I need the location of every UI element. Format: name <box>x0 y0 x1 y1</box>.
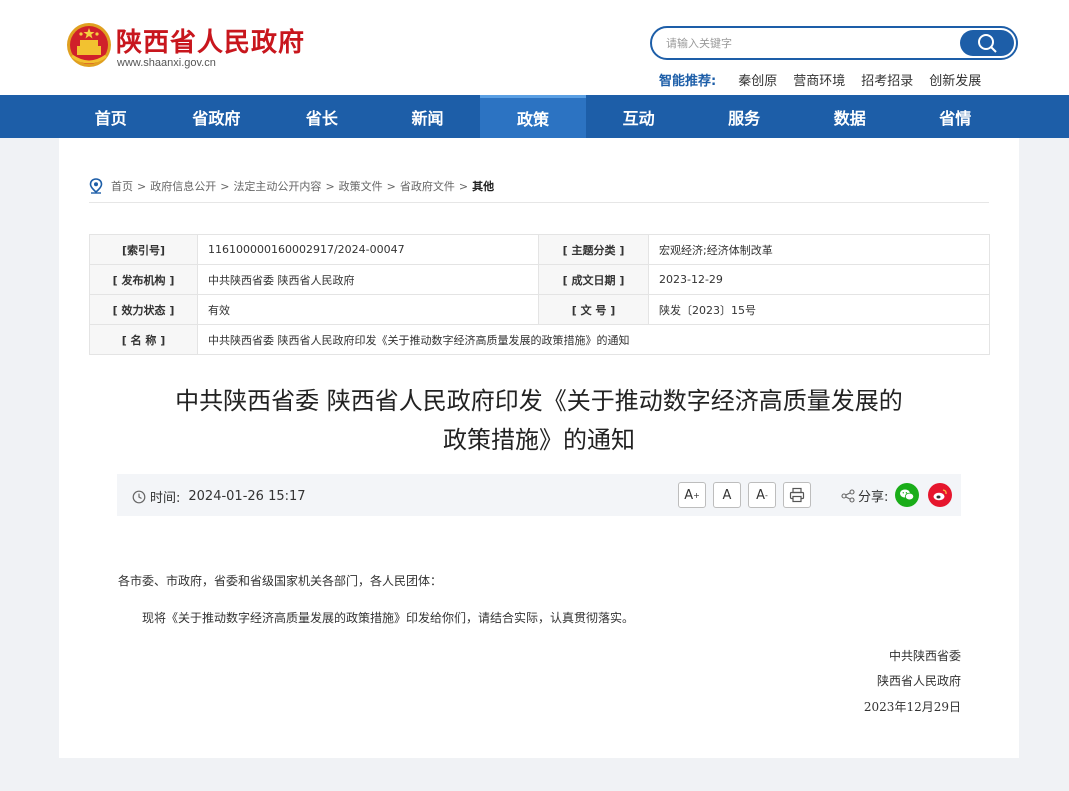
breadcrumb-item[interactable]: 政府信息公开 <box>150 178 216 194</box>
recommend-item[interactable]: 创新发展 <box>929 70 981 89</box>
meta-value: 有效 <box>197 294 539 325</box>
publish-time-label: 时间: <box>150 491 181 506</box>
breadcrumb-item[interactable]: 法定主动公开内容 <box>233 178 321 194</box>
share-weibo-button[interactable] <box>928 483 952 507</box>
nav-item-governor[interactable]: 省长 <box>269 95 375 138</box>
table-row: [ 效力状态 ] 有效 [ 文 号 ] 陕发〔2023〕15号 <box>89 294 990 325</box>
meta-label: [ 效力状态 ] <box>89 294 198 325</box>
share-area: 分享: <box>841 486 888 505</box>
letter-salutation: 各市委、市政府，省委和省级国家机关各部门，各人民团体： <box>118 574 443 588</box>
table-row: [索引号] 116100000160002917/2024-00047 [ 主题… <box>89 234 990 265</box>
letter-paragraph: 现将《关于推动数字经济高质量发展的政策措施》印发给你们，请结合实际，认真贯彻落实… <box>142 611 635 625</box>
national-emblem-logo[interactable] <box>64 20 114 70</box>
nav-item-data[interactable]: 数据 <box>797 95 903 138</box>
table-row: [ 名 称 ] 中共陕西省委 陕西省人民政府印发《关于推动数字经济高质量发展的政… <box>89 324 990 355</box>
breadcrumb-divider <box>89 202 989 203</box>
meta-label: [ 文 号 ] <box>538 294 649 325</box>
search-button[interactable] <box>960 30 1014 56</box>
nav-item-province-info[interactable]: 省情 <box>903 95 1009 138</box>
signature-org-government: 陕西省人民政府 <box>876 674 961 688</box>
recommend-item[interactable]: 秦创原 <box>738 70 777 89</box>
recommend-item[interactable]: 招考招录 <box>861 70 913 89</box>
meta-label: [索引号] <box>89 234 198 265</box>
font-size-increase-button[interactable]: A + <box>678 482 706 508</box>
breadcrumb-current: 其他 <box>472 180 495 193</box>
breadcrumb-separator: > <box>458 179 469 193</box>
recommend-bar: 智能推荐: 秦创原 营商环境 招考招录 创新发展 <box>659 70 997 89</box>
nav-item-government[interactable]: 省政府 <box>164 95 270 138</box>
location-pin-icon <box>89 178 103 194</box>
breadcrumb-item[interactable]: 省政府文件 <box>400 178 455 194</box>
meta-value: 中共陕西省委 陕西省人民政府印发《关于推动数字经济高质量发展的政策措施》的通知 <box>197 324 990 355</box>
breadcrumb-item[interactable]: 首页 <box>111 178 133 194</box>
meta-value: 2023-12-29 <box>648 264 990 295</box>
document-title: 中共陕西省委 陕西省人民政府印发《关于推动数字经济高质量发展的 政策措施》的通知 <box>89 382 989 460</box>
meta-label: [ 主题分类 ] <box>538 234 649 265</box>
publish-time-value: 2024-01-26 15:17 <box>188 489 306 504</box>
meta-label: [ 成文日期 ] <box>538 264 649 295</box>
breadcrumb-separator: > <box>386 179 396 193</box>
meta-label: [ 发布机构 ] <box>89 264 198 295</box>
recommend-item[interactable]: 营商环境 <box>793 70 845 89</box>
publish-time: 时间: 2024-01-26 15:17 <box>132 487 306 506</box>
clock-icon <box>132 490 146 503</box>
breadcrumb-separator: > <box>325 179 335 193</box>
document-meta-table: [索引号] 116100000160002917/2024-00047 [ 主题… <box>89 234 990 355</box>
meta-value: 陕发〔2023〕15号 <box>648 294 990 325</box>
font-reset-label: A <box>722 487 732 503</box>
share-label: 分享: <box>858 490 889 505</box>
nav-item-interaction[interactable]: 互动 <box>586 95 692 138</box>
site-title[interactable]: 陕西省人民政府 <box>116 22 305 59</box>
content-card: 首页 > 政府信息公开 > 法定主动公开内容 > 政策文件 > 省政府文件 > … <box>59 138 1019 758</box>
nav-item-service[interactable]: 服务 <box>691 95 797 138</box>
site-domain: www.shaanxi.gov.cn <box>117 57 216 69</box>
nav-item-policy[interactable]: 政策 <box>480 95 586 138</box>
nav-item-home[interactable]: 首页 <box>58 95 164 138</box>
nav-item-news[interactable]: 新闻 <box>375 95 481 138</box>
table-row: [ 发布机构 ] 中共陕西省委 陕西省人民政府 [ 成文日期 ] 2023-12… <box>89 264 990 295</box>
article-toolbar: 时间: 2024-01-26 15:17 A + A A- 分享: <box>117 474 961 516</box>
breadcrumb-separator: > <box>137 179 147 193</box>
meta-value: 116100000160002917/2024-00047 <box>197 234 539 265</box>
font-size-decrease-button[interactable]: A- <box>748 482 776 508</box>
signature-date: 2023年12月29日 <box>863 700 961 714</box>
printer-icon <box>789 487 805 503</box>
breadcrumb: 首页 > 政府信息公开 > 法定主动公开内容 > 政策文件 > 省政府文件 > … <box>89 178 494 194</box>
breadcrumb-item[interactable]: 政策文件 <box>339 178 383 194</box>
meta-value: 中共陕西省委 陕西省人民政府 <box>197 264 539 295</box>
signature-org-committee: 中共陕西省委 <box>888 649 961 663</box>
font-decrease-label: A <box>756 487 765 503</box>
meta-label: [ 名 称 ] <box>89 324 198 355</box>
share-icon <box>841 488 855 503</box>
meta-value: 宏观经济;经济体制改革 <box>648 234 990 265</box>
share-wechat-button[interactable] <box>895 483 919 507</box>
print-button[interactable] <box>783 482 811 508</box>
font-increase-label: A <box>684 487 694 503</box>
site-header: 陕西省人民政府 www.shaanxi.gov.cn 智能推荐: 秦创原 营商环… <box>0 0 1069 95</box>
plus-icon: + <box>693 490 700 500</box>
font-size-reset-button[interactable]: A <box>713 482 741 508</box>
recommend-label: 智能推荐: <box>659 74 717 89</box>
breadcrumb-separator: > <box>220 179 230 193</box>
document-title-line: 政策措施》的通知 <box>443 426 635 454</box>
main-nav: 首页 省政府 省长 新闻 政策 互动 服务 数据 省情 <box>0 95 1069 138</box>
document-title-line: 中共陕西省委 陕西省人民政府印发《关于推动数字经济高质量发展的 <box>175 387 903 415</box>
search-icon <box>978 34 997 53</box>
search-box <box>650 26 1018 60</box>
search-input[interactable] <box>666 34 956 52</box>
weibo-icon <box>933 489 947 501</box>
wechat-icon <box>900 489 915 501</box>
minus-icon: - <box>765 490 768 500</box>
